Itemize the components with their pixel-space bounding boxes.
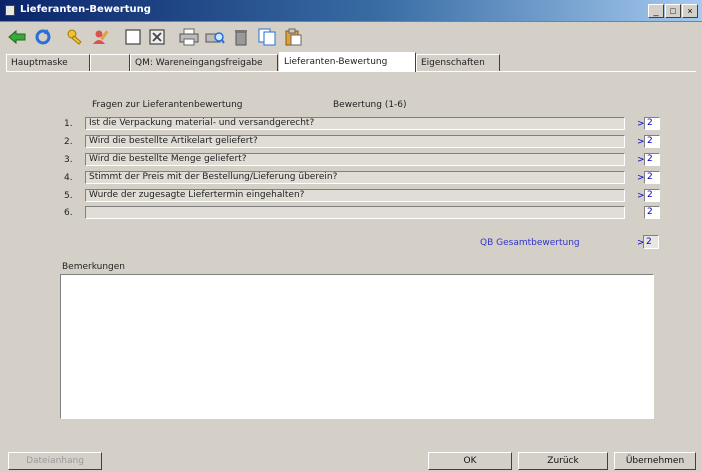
print-icon[interactable] bbox=[178, 26, 200, 48]
bemerkungen-textarea[interactable] bbox=[60, 274, 654, 419]
rating-input[interactable]: 2 bbox=[644, 153, 660, 166]
gesamtbewertung-value: 2 bbox=[643, 235, 659, 249]
question-number: 4. bbox=[64, 173, 73, 183]
questions-header: Fragen zur Lieferantenbewertung bbox=[92, 100, 243, 110]
rating-input[interactable]: 2 bbox=[644, 189, 660, 202]
window-controls: _ □ × bbox=[648, 4, 698, 18]
delete-box-icon[interactable] bbox=[146, 26, 168, 48]
gesamtbewertung-label: QB Gesamtbewertung bbox=[480, 238, 580, 248]
question-field[interactable] bbox=[85, 206, 625, 219]
question-field[interactable]: Ist die Verpackung material- und versand… bbox=[85, 117, 625, 130]
tab-empty[interactable] bbox=[90, 54, 130, 71]
ok-button[interactable]: OK bbox=[428, 452, 512, 470]
tab-qm-wareneingangsfreigabe[interactable]: QM: Wareneingangsfreigabe bbox=[130, 54, 278, 71]
close-button[interactable]: × bbox=[682, 4, 698, 18]
rating-header: Bewertung (1-6) bbox=[333, 100, 407, 110]
rating-input[interactable]: 2 bbox=[644, 206, 660, 219]
back-arrow-icon[interactable] bbox=[6, 26, 28, 48]
question-field[interactable]: Stimmt der Preis mit der Bestellung/Lief… bbox=[85, 171, 625, 184]
tab-lieferanten-bewertung[interactable]: Lieferanten-Bewertung bbox=[279, 52, 416, 72]
uebernehmen-button[interactable]: Übernehmen bbox=[614, 452, 696, 470]
maximize-button[interactable]: □ bbox=[665, 4, 681, 18]
key-icon[interactable] bbox=[64, 26, 86, 48]
question-field[interactable]: Wird die bestellte Artikelart geliefert? bbox=[85, 135, 625, 148]
question-number: 5. bbox=[64, 191, 73, 201]
question-field[interactable]: Wurde der zugesagte Liefertermin eingeha… bbox=[85, 189, 625, 202]
question-number: 6. bbox=[64, 208, 73, 218]
window-title: Lieferanten-Bewertung bbox=[20, 4, 151, 15]
tab-hauptmaske[interactable]: Hauptmaske bbox=[6, 54, 90, 71]
title-bar: Lieferanten-Bewertung _ □ × bbox=[0, 0, 702, 22]
dateianhang-button[interactable]: Dateianhang bbox=[8, 452, 102, 470]
tab-eigenschaften[interactable]: Eigenschaften bbox=[416, 54, 500, 71]
rating-input[interactable]: 2 bbox=[644, 171, 660, 184]
question-field[interactable]: Wird die bestellte Menge geliefert? bbox=[85, 153, 625, 166]
toolbar bbox=[0, 22, 702, 52]
paste-icon[interactable] bbox=[282, 26, 304, 48]
question-number: 1. bbox=[64, 119, 73, 129]
rating-input[interactable]: 2 bbox=[644, 135, 660, 148]
minimize-button[interactable]: _ bbox=[648, 4, 664, 18]
zurueck-button[interactable]: Zurück bbox=[518, 452, 608, 470]
rating-input[interactable]: 2 bbox=[644, 117, 660, 130]
trash-icon[interactable] bbox=[230, 26, 252, 48]
refresh-icon[interactable] bbox=[32, 26, 54, 48]
window-icon bbox=[5, 5, 15, 16]
tab-strip: Hauptmaske QM: Wareneingangsfreigabe Lie… bbox=[0, 52, 702, 72]
copy-icon[interactable] bbox=[256, 26, 278, 48]
bemerkungen-label: Bemerkungen bbox=[62, 262, 126, 272]
question-number: 2. bbox=[64, 137, 73, 147]
user-edit-icon[interactable] bbox=[90, 26, 112, 48]
question-number: 3. bbox=[64, 155, 73, 165]
print-preview-icon[interactable] bbox=[204, 26, 226, 48]
new-document-icon[interactable] bbox=[122, 26, 144, 48]
